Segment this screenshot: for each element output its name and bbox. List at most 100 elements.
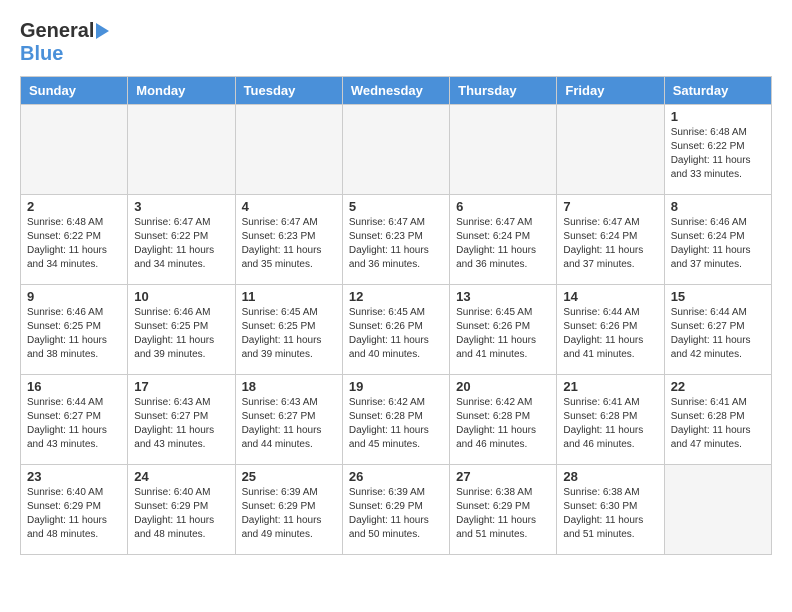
- week-row-1: 1 Sunrise: 6:48 AM Sunset: 6:22 PM Daylig…: [21, 105, 772, 195]
- calendar-cell: 14 Sunrise: 6:44 AM Sunset: 6:26 PM Dayli…: [557, 285, 664, 375]
- day-info: Sunrise: 6:44 AM Sunset: 6:27 PM Dayligh…: [27, 396, 121, 452]
- day-number: 15: [671, 289, 765, 304]
- calendar-cell: 24 Sunrise: 6:40 AM Sunset: 6:29 PM Dayli…: [128, 465, 235, 555]
- day-info: Sunrise: 6:47 AM Sunset: 6:22 PM Dayligh…: [134, 216, 228, 272]
- day-number: 24: [134, 469, 228, 484]
- logo-blue-text: Blue: [20, 43, 63, 65]
- calendar-cell: [235, 105, 342, 195]
- weekday-header-friday: Friday: [557, 77, 664, 105]
- day-number: 19: [349, 379, 443, 394]
- calendar-cell: 10Sunrise: 6:46 AM Sunset: 6:25 PM Dayli…: [128, 285, 235, 375]
- day-number: 17: [134, 379, 228, 394]
- day-number: 27: [456, 469, 550, 484]
- calendar-cell: [557, 105, 664, 195]
- day-info: Sunrise: 6:40 AM Sunset: 6:29 PM Dayligh…: [134, 486, 228, 542]
- weekday-header-row: SundayMondayTuesdayWednesdayThursdayFrid…: [21, 77, 772, 105]
- day-info: Sunrise: 6:46 AM Sunset: 6:25 PM Dayligh…: [134, 306, 228, 362]
- calendar-cell: [342, 105, 449, 195]
- day-info: Sunrise: 6:48 AM Sunset: 6:22 PM Dayligh…: [27, 216, 121, 272]
- day-info: Sunrise: 6:44 AM Sunset: 6:26 PM Dayligh…: [563, 306, 657, 362]
- calendar-cell: [21, 105, 128, 195]
- day-info: Sunrise: 6:44 AM Sunset: 6:27 PM Dayligh…: [671, 306, 765, 362]
- week-row-3: 9 Sunrise: 6:46 AM Sunset: 6:25 PM Daylig…: [21, 285, 772, 375]
- calendar-cell: 17 Sunrise: 6:43 AM Sunset: 6:27 PM Dayli…: [128, 375, 235, 465]
- day-info: Sunrise: 6:47 AM Sunset: 6:23 PM Dayligh…: [242, 216, 336, 272]
- day-info: Sunrise: 6:47 AM Sunset: 6:24 PM Dayligh…: [563, 216, 657, 272]
- day-number: 21: [563, 379, 657, 394]
- logo-general-text: General: [20, 20, 94, 43]
- day-info: Sunrise: 6:45 AM Sunset: 6:26 PM Dayligh…: [456, 306, 550, 362]
- calendar-cell: 6Sunrise: 6:47 AM Sunset: 6:24 PM Daylig…: [450, 195, 557, 285]
- day-number: 1: [671, 109, 765, 124]
- day-info: Sunrise: 6:45 AM Sunset: 6:25 PM Dayligh…: [242, 306, 336, 362]
- day-number: 4: [242, 199, 336, 214]
- calendar-cell: 28 Sunrise: 6:38 AM Sunset: 6:30 PM Dayli…: [557, 465, 664, 555]
- weekday-header-wednesday: Wednesday: [342, 77, 449, 105]
- day-info: Sunrise: 6:46 AM Sunset: 6:25 PM Dayligh…: [27, 306, 121, 362]
- calendar-cell: [450, 105, 557, 195]
- day-number: 9: [27, 289, 121, 304]
- weekday-header-thursday: Thursday: [450, 77, 557, 105]
- day-number: 12: [349, 289, 443, 304]
- day-info: Sunrise: 6:47 AM Sunset: 6:24 PM Dayligh…: [456, 216, 550, 272]
- week-row-5: 23 Sunrise: 6:40 AM Sunset: 6:29 PM Dayli…: [21, 465, 772, 555]
- logo: General Blue: [20, 20, 109, 66]
- calendar-cell: 7 Sunrise: 6:47 AM Sunset: 6:24 PM Daylig…: [557, 195, 664, 285]
- calendar-cell: 16 Sunrise: 6:44 AM Sunset: 6:27 PM Dayli…: [21, 375, 128, 465]
- logo-triangle-icon: [96, 23, 109, 39]
- day-info: Sunrise: 6:46 AM Sunset: 6:24 PM Dayligh…: [671, 216, 765, 272]
- day-info: Sunrise: 6:38 AM Sunset: 6:29 PM Dayligh…: [456, 486, 550, 542]
- day-number: 8: [671, 199, 765, 214]
- calendar-cell: 13 Sunrise: 6:45 AM Sunset: 6:26 PM Dayli…: [450, 285, 557, 375]
- week-row-4: 16 Sunrise: 6:44 AM Sunset: 6:27 PM Dayli…: [21, 375, 772, 465]
- day-number: 14: [563, 289, 657, 304]
- calendar-cell: 25 Sunrise: 6:39 AM Sunset: 6:29 PM Dayli…: [235, 465, 342, 555]
- day-number: 16: [27, 379, 121, 394]
- day-number: 20: [456, 379, 550, 394]
- day-info: Sunrise: 6:43 AM Sunset: 6:27 PM Dayligh…: [242, 396, 336, 452]
- day-info: Sunrise: 6:41 AM Sunset: 6:28 PM Dayligh…: [563, 396, 657, 452]
- day-number: 25: [242, 469, 336, 484]
- calendar-cell: 8 Sunrise: 6:46 AM Sunset: 6:24 PM Daylig…: [664, 195, 771, 285]
- day-number: 23: [27, 469, 121, 484]
- calendar-cell: 12 Sunrise: 6:45 AM Sunset: 6:26 PM Dayli…: [342, 285, 449, 375]
- day-info: Sunrise: 6:38 AM Sunset: 6:30 PM Dayligh…: [563, 486, 657, 542]
- weekday-header-tuesday: Tuesday: [235, 77, 342, 105]
- day-number: 7: [563, 199, 657, 214]
- day-info: Sunrise: 6:41 AM Sunset: 6:28 PM Dayligh…: [671, 396, 765, 452]
- day-info: Sunrise: 6:48 AM Sunset: 6:22 PM Dayligh…: [671, 126, 765, 182]
- day-info: Sunrise: 6:42 AM Sunset: 6:28 PM Dayligh…: [456, 396, 550, 452]
- page-header: General Blue: [20, 20, 772, 66]
- day-info: Sunrise: 6:43 AM Sunset: 6:27 PM Dayligh…: [134, 396, 228, 452]
- calendar-cell: 5 Sunrise: 6:47 AM Sunset: 6:23 PM Daylig…: [342, 195, 449, 285]
- calendar-cell: [128, 105, 235, 195]
- day-info: Sunrise: 6:42 AM Sunset: 6:28 PM Dayligh…: [349, 396, 443, 452]
- calendar-cell: 9 Sunrise: 6:46 AM Sunset: 6:25 PM Daylig…: [21, 285, 128, 375]
- weekday-header-sunday: Sunday: [21, 77, 128, 105]
- calendar-cell: 1 Sunrise: 6:48 AM Sunset: 6:22 PM Daylig…: [664, 105, 771, 195]
- day-info: Sunrise: 6:39 AM Sunset: 6:29 PM Dayligh…: [349, 486, 443, 542]
- calendar-cell: 2Sunrise: 6:48 AM Sunset: 6:22 PM Daylig…: [21, 195, 128, 285]
- day-info: Sunrise: 6:40 AM Sunset: 6:29 PM Dayligh…: [27, 486, 121, 542]
- day-number: 3: [134, 199, 228, 214]
- day-number: 28: [563, 469, 657, 484]
- calendar-cell: 21 Sunrise: 6:41 AM Sunset: 6:28 PM Dayli…: [557, 375, 664, 465]
- calendar-cell: 15 Sunrise: 6:44 AM Sunset: 6:27 PM Dayli…: [664, 285, 771, 375]
- calendar-cell: 27 Sunrise: 6:38 AM Sunset: 6:29 PM Dayli…: [450, 465, 557, 555]
- calendar-cell: 26Sunrise: 6:39 AM Sunset: 6:29 PM Dayli…: [342, 465, 449, 555]
- calendar-cell: 19 Sunrise: 6:42 AM Sunset: 6:28 PM Dayli…: [342, 375, 449, 465]
- calendar-cell: 20 Sunrise: 6:42 AM Sunset: 6:28 PM Dayli…: [450, 375, 557, 465]
- day-number: 22: [671, 379, 765, 394]
- week-row-2: 2Sunrise: 6:48 AM Sunset: 6:22 PM Daylig…: [21, 195, 772, 285]
- day-number: 13: [456, 289, 550, 304]
- day-info: Sunrise: 6:39 AM Sunset: 6:29 PM Dayligh…: [242, 486, 336, 542]
- calendar-cell: [664, 465, 771, 555]
- weekday-header-saturday: Saturday: [664, 77, 771, 105]
- calendar-cell: 23 Sunrise: 6:40 AM Sunset: 6:29 PM Dayli…: [21, 465, 128, 555]
- day-info: Sunrise: 6:47 AM Sunset: 6:23 PM Dayligh…: [349, 216, 443, 272]
- day-number: 5: [349, 199, 443, 214]
- day-number: 11: [242, 289, 336, 304]
- day-info: Sunrise: 6:45 AM Sunset: 6:26 PM Dayligh…: [349, 306, 443, 362]
- weekday-header-monday: Monday: [128, 77, 235, 105]
- calendar-cell: 18Sunrise: 6:43 AM Sunset: 6:27 PM Dayli…: [235, 375, 342, 465]
